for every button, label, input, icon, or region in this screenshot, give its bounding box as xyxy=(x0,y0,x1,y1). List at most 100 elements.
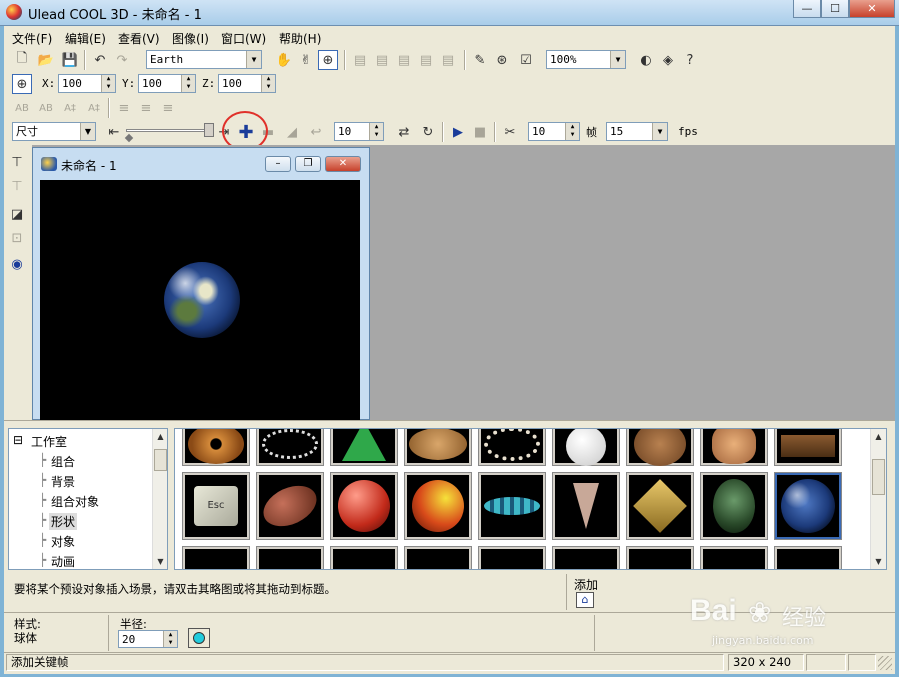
doc-minimize-button[interactable]: – xyxy=(265,156,291,172)
scroll-up-icon[interactable]: ▲ xyxy=(153,429,167,444)
undo-icon[interactable]: ↶ xyxy=(90,50,110,70)
text-spacing-icon[interactable]: A‡ xyxy=(84,98,104,118)
loop-back-icon[interactable]: ↩ xyxy=(306,122,326,142)
frame-input[interactable]: 10 ▲ ▼ xyxy=(334,122,384,141)
resize-grip[interactable] xyxy=(878,656,892,670)
chevron-down-icon[interactable]: ▼ xyxy=(610,51,625,68)
position-icon[interactable]: ⊕ xyxy=(12,74,32,94)
x-spinner[interactable]: ▲ ▼ xyxy=(101,75,115,92)
checkbox-icon[interactable]: ☑ xyxy=(516,50,536,70)
thumb-row3-9[interactable] xyxy=(774,546,842,569)
z-input[interactable]: 100 ▲ ▼ xyxy=(218,74,276,93)
thumb-sphere-yellow-red[interactable] xyxy=(404,472,472,540)
y-spinner[interactable]: ▲ ▼ xyxy=(181,75,195,92)
thumb-diamond-face[interactable] xyxy=(626,472,694,540)
minimize-button[interactable]: — xyxy=(793,0,821,18)
thumb-basketball[interactable] xyxy=(330,472,398,540)
thumb-row3-2[interactable] xyxy=(256,546,324,569)
keyframe-marker[interactable] xyxy=(124,133,134,143)
frame-spinner[interactable]: ▲ ▼ xyxy=(369,123,383,140)
thumb-necklace[interactable] xyxy=(256,429,324,466)
total-frames-spinner[interactable]: ▲ ▼ xyxy=(565,123,579,140)
globe-icon[interactable]: ⊛ xyxy=(492,50,512,70)
thumb-pine-cone[interactable] xyxy=(552,472,620,540)
thumb-spinning-top[interactable] xyxy=(478,472,546,540)
scroll-up-icon[interactable]: ▲ xyxy=(871,429,886,444)
thumb-esc-key[interactable]: Esc xyxy=(182,472,250,540)
export-icon[interactable]: ◐ xyxy=(636,50,656,70)
scroll-down-icon[interactable]: ▼ xyxy=(153,554,167,569)
target-icon[interactable]: ⊕ xyxy=(318,50,338,70)
scroll-down-icon[interactable]: ▼ xyxy=(871,554,886,569)
text-size-icon[interactable]: A‡ xyxy=(60,98,80,118)
print-icon[interactable]: ▤ xyxy=(372,50,392,70)
menu-help[interactable]: 帮助(H) xyxy=(279,30,321,47)
tree-scrollbar[interactable]: ▲ ▼ xyxy=(152,429,167,569)
thumb-row3-5[interactable] xyxy=(478,546,546,569)
thumb-row3-6[interactable] xyxy=(552,546,620,569)
chevron-down-icon[interactable]: ▼ xyxy=(246,51,261,68)
new-file-icon[interactable]: 🗋 xyxy=(12,50,32,70)
tree-expander-icon[interactable]: ⊟ xyxy=(13,433,23,447)
palette-icon[interactable]: ◈ xyxy=(658,50,678,70)
add-to-library-icon[interactable]: ⌂ xyxy=(576,592,594,608)
x-input[interactable]: 100 ▲ ▼ xyxy=(58,74,116,93)
edit-graphic-icon[interactable]: ⊡ xyxy=(7,228,27,248)
thumb-snowman[interactable] xyxy=(552,429,620,466)
gallery-scroll-thumb[interactable] xyxy=(872,459,885,495)
earth-object[interactable] xyxy=(164,262,240,338)
pingpong-icon[interactable]: ⇄ xyxy=(394,122,414,142)
text-bold-icon[interactable]: AB xyxy=(12,98,32,118)
edit-text-icon[interactable]: ⊤ xyxy=(7,176,27,196)
insert-graphic-icon[interactable]: ◪ xyxy=(7,204,27,224)
object-select[interactable]: Earth ▼ xyxy=(146,50,262,69)
tree-item-animation[interactable]: 动画 xyxy=(51,553,75,569)
tree-item-group-object[interactable]: 组合对象 xyxy=(51,493,99,510)
radius-input[interactable]: 20 ▲ ▼ xyxy=(118,630,178,648)
doc-close-button[interactable]: ✕ xyxy=(325,156,361,172)
menu-view[interactable]: 查看(V) xyxy=(118,30,160,47)
tree-root[interactable]: 工作室 xyxy=(31,433,67,450)
loop-icon[interactable]: ↻ xyxy=(418,122,438,142)
attribute-select[interactable]: 尺寸 ▼ xyxy=(12,122,96,141)
thumb-row3-7[interactable] xyxy=(626,546,694,569)
play-icon[interactable]: ▶ xyxy=(448,122,468,142)
align-right-icon[interactable]: ≡ xyxy=(158,98,178,118)
stop-icon[interactable]: ■ xyxy=(470,122,490,142)
thumb-row3-8[interactable] xyxy=(700,546,768,569)
print-icon[interactable]: ▤ xyxy=(438,50,458,70)
timeline-slider[interactable] xyxy=(124,123,216,143)
gallery-scrollbar[interactable]: ▲ ▼ xyxy=(870,429,886,569)
thumb-row3-1[interactable] xyxy=(182,546,250,569)
text-italic-icon[interactable]: AB xyxy=(36,98,56,118)
tree-item-object[interactable]: 对象 xyxy=(51,533,75,550)
align-left-icon[interactable]: ≡ xyxy=(114,98,134,118)
chevron-down-icon[interactable]: ▼ xyxy=(80,123,95,140)
save-icon[interactable]: 💾 xyxy=(60,50,80,70)
open-folder-icon[interactable]: 📂 xyxy=(36,50,56,70)
thumb-cone-green[interactable] xyxy=(330,429,398,466)
thumb-football[interactable] xyxy=(256,472,324,540)
y-input[interactable]: 100 ▲ ▼ xyxy=(138,74,196,93)
tree-item-shape[interactable]: 形状 xyxy=(49,513,78,530)
thumb-wood-disk[interactable] xyxy=(404,429,472,466)
rotate-hand-icon[interactable]: ✌ xyxy=(296,50,316,70)
tree-scroll-thumb[interactable] xyxy=(154,449,167,471)
tree-item-background[interactable]: 背景 xyxy=(51,473,75,490)
thumb-bear[interactable] xyxy=(626,429,694,467)
thumb-beads[interactable] xyxy=(478,429,546,466)
help-pointer-icon[interactable]: ? xyxy=(680,50,700,70)
align-center-icon[interactable]: ≡ xyxy=(136,98,156,118)
print-icon[interactable]: ▤ xyxy=(416,50,436,70)
render-canvas[interactable] xyxy=(40,180,360,420)
redo-icon[interactable]: ↷ xyxy=(112,50,132,70)
smooth-motion-icon[interactable]: ✂ xyxy=(500,122,520,142)
thumb-egg-mountain[interactable] xyxy=(700,472,768,540)
thumb-earth[interactable] xyxy=(774,472,842,540)
insert-text-icon[interactable]: ⊤ xyxy=(7,152,27,172)
thumb-row3-3[interactable] xyxy=(330,546,398,569)
radius-spinner[interactable]: ▲ ▼ xyxy=(163,631,177,647)
hand-move-icon[interactable]: ✋ xyxy=(274,50,294,70)
thumb-box-brown[interactable] xyxy=(774,429,842,466)
menu-edit[interactable]: 编辑(E) xyxy=(65,30,106,47)
